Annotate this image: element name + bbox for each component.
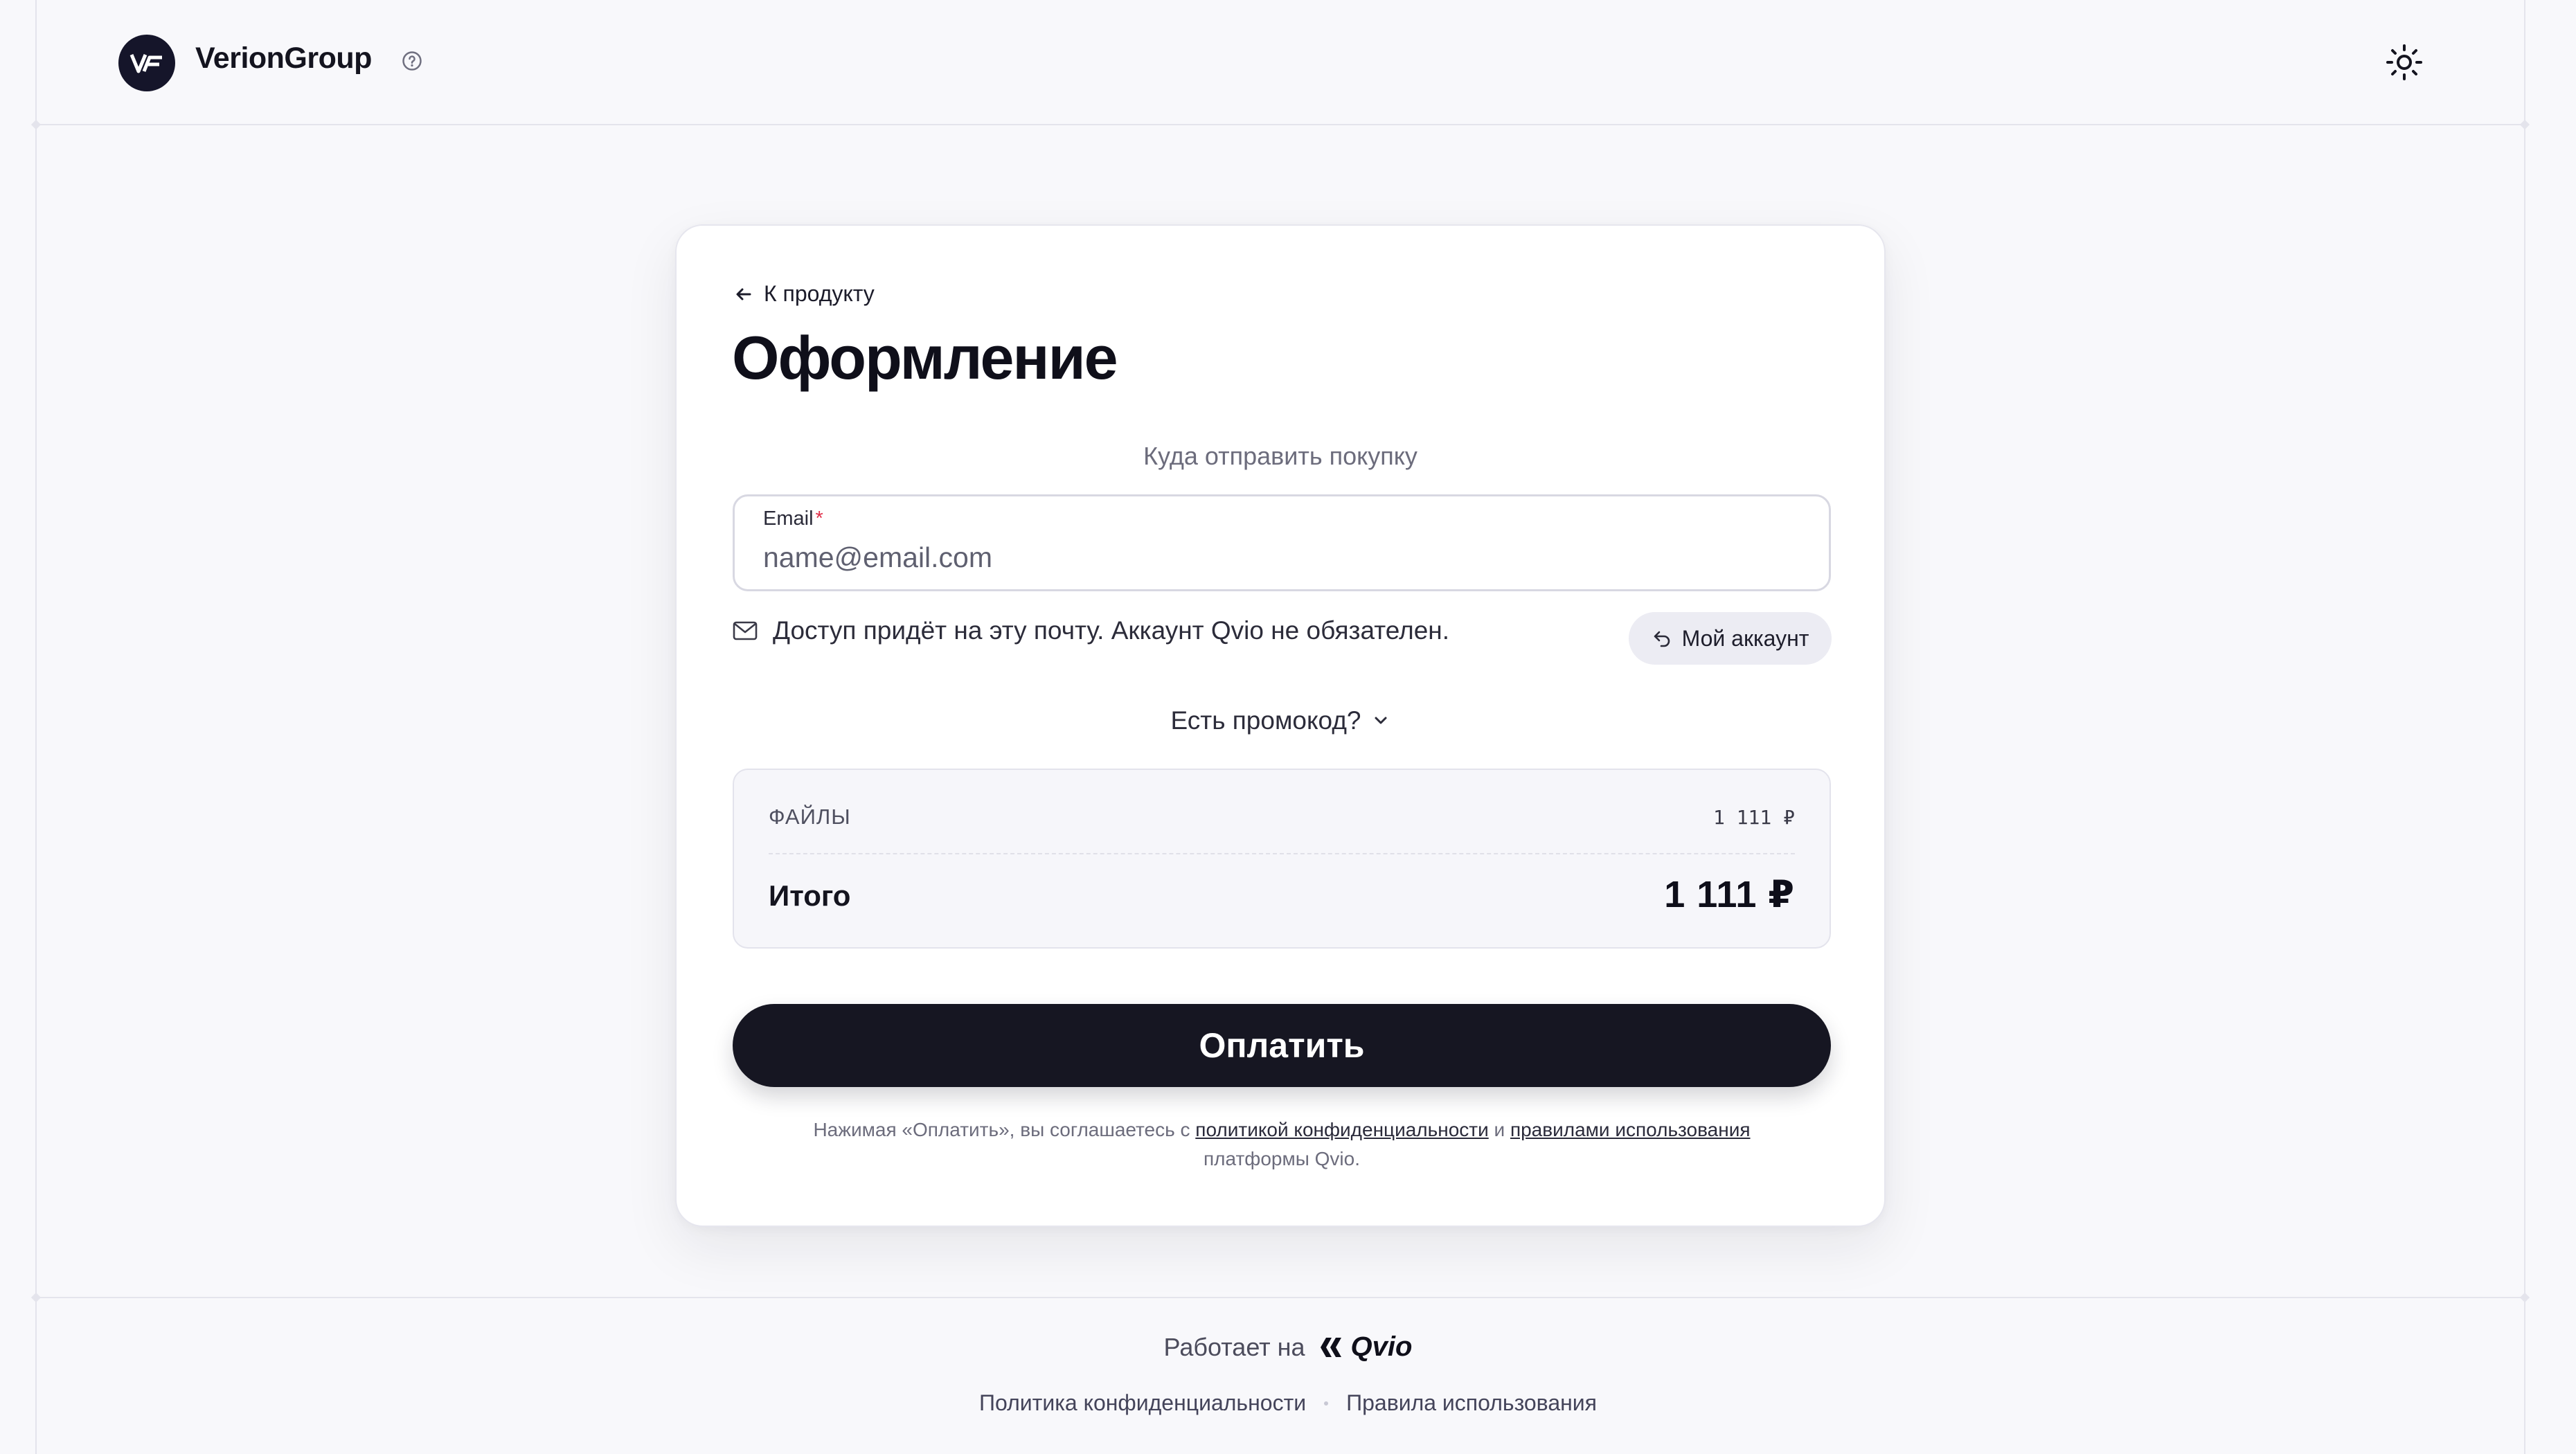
footer-separator — [1324, 1401, 1329, 1406]
undo-arrow-icon — [1654, 631, 1670, 647]
required-mark: * — [815, 508, 823, 530]
pay-button[interactable]: Оплатить — [733, 1004, 1831, 1087]
legal-and: и — [1494, 1119, 1505, 1140]
promo-code-toggle[interactable]: Есть промокод? — [677, 706, 1884, 735]
privacy-policy-link[interactable]: политикой конфиденциальности — [1195, 1119, 1488, 1140]
section-label: Куда отправить покупку — [1143, 442, 1417, 470]
chevron-down-icon — [1375, 717, 1386, 724]
checkout-card: К продукту Оформление Куда отправить пок… — [675, 224, 1886, 1227]
qvio-logo[interactable]: Qvio — [1319, 1331, 1413, 1363]
terms-link[interactable]: правилами использования — [1510, 1119, 1751, 1140]
legal-notice: Нажимая «Оплатить», вы соглашаетесь с по… — [773, 1115, 1790, 1174]
email-label-text: Email — [763, 508, 814, 530]
summary-item-label: ФАЙЛЫ — [769, 805, 851, 829]
sun-icon — [2386, 44, 2422, 80]
email-hint-text: Доступ придёт на эту почту. Аккаунт Qvio… — [773, 616, 1450, 645]
qvio-mark-icon — [1320, 1337, 1341, 1357]
order-summary: ФАЙЛЫ 1 111 ₽ Итого 1 111 ₽ — [733, 769, 1831, 949]
brand-name[interactable]: VerionGroup — [195, 42, 372, 75]
frame-line-left — [35, 0, 37, 1454]
header-divider — [35, 124, 2525, 125]
legal-prefix: Нажимая «Оплатить», вы соглашаетесь с — [813, 1119, 1190, 1140]
summary-divider — [769, 853, 1795, 854]
footer-privacy-link[interactable]: Политика конфиденциальности — [979, 1390, 1306, 1416]
promo-label: Есть промокод? — [1170, 706, 1361, 735]
legal-suffix: платформы Qvio. — [1204, 1148, 1360, 1169]
top-header: VerionGroup — [0, 0, 2576, 124]
back-link-label: К продукту — [764, 281, 875, 306]
email-label: Email * — [763, 508, 823, 530]
footer-links: Политика конфиденциальности Правила испо… — [0, 1390, 2576, 1416]
arrow-left-icon — [736, 288, 751, 300]
qvio-logo-text: Qvio — [1350, 1331, 1413, 1362]
brand-logo-icon[interactable] — [118, 35, 175, 91]
page-title: Оформление — [732, 323, 1118, 392]
theme-toggle-button[interactable] — [2382, 40, 2426, 84]
frame-corner — [2519, 1292, 2530, 1303]
email-field[interactable]: Email * — [733, 494, 1831, 591]
footer-terms-link[interactable]: Правила использования — [1346, 1390, 1597, 1416]
frame-line-right — [2524, 0, 2525, 1454]
my-account-label: Мой аккаунт — [1681, 625, 1809, 651]
powered-by-label: Работает на — [1163, 1332, 1305, 1361]
frame-corner — [30, 1292, 42, 1303]
powered-by: Работает на Qvio — [0, 1331, 2576, 1363]
summary-total-label: Итого — [769, 879, 851, 912]
my-account-button[interactable]: Мой аккаунт — [1629, 612, 1832, 665]
footer-divider — [35, 1297, 2525, 1298]
mail-icon — [733, 621, 758, 640]
summary-total-value: 1 111 ₽ — [1664, 874, 1795, 915]
email-input[interactable] — [763, 538, 1788, 577]
help-circle-icon[interactable] — [402, 51, 422, 71]
back-to-product-link[interactable]: К продукту — [733, 281, 875, 307]
summary-item-value: 1 111 ₽ — [1712, 806, 1795, 829]
email-hint: Доступ придёт на эту почту. Аккаунт Qvio… — [733, 616, 1449, 645]
